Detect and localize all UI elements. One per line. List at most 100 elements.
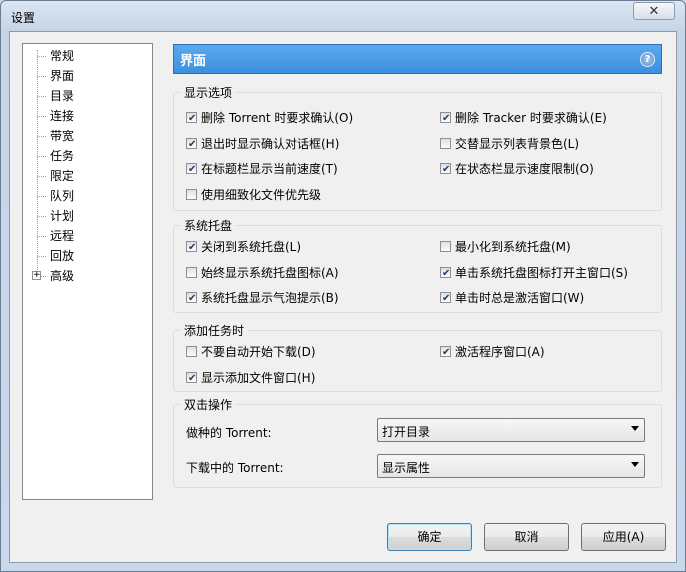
checkbox-box[interactable]: ✔ xyxy=(440,112,451,124)
tree-branch-line xyxy=(37,96,46,97)
checkbox-box[interactable]: ✔ xyxy=(186,267,197,278)
group-title: 显示选项 xyxy=(180,84,237,101)
apply-button[interactable]: 应用(A) xyxy=(581,523,666,551)
tree-branch-line xyxy=(37,116,46,117)
checkbox-box[interactable]: ✔ xyxy=(186,189,197,200)
dropdown-arrow-icon xyxy=(631,462,639,467)
checkmark-icon: ✔ xyxy=(442,347,451,358)
tree-item-label: 带宽 xyxy=(50,129,75,143)
checkbox-box[interactable]: ✔ xyxy=(440,138,451,149)
checkbox-box[interactable]: ✔ xyxy=(186,346,197,357)
checkmark-icon: ✔ xyxy=(188,373,197,384)
tree-item-label: 常规 xyxy=(50,49,75,63)
tree-item-tasks[interactable]: 任务 xyxy=(23,147,152,165)
ok-button[interactable]: 确定 xyxy=(387,523,472,551)
dialog-client-area: 常规 界面 目录 连接 带宽 任务 限定 队列 计划 远程 回放 + 高级 界面… xyxy=(9,31,677,563)
help-icon[interactable]: ? xyxy=(640,52,655,67)
tree-item-connection[interactable]: 连接 xyxy=(23,107,152,125)
checkmark-icon: ✔ xyxy=(442,293,451,304)
checkbox-label: 关闭到系统托盘(L) xyxy=(201,240,302,254)
checkbox-box[interactable]: ✔ xyxy=(186,138,197,150)
close-button[interactable]: ✕ xyxy=(633,2,675,20)
group-title: 双击操作 xyxy=(180,396,237,413)
checkbox-label: 删除 Tracker 时要求确认(E) xyxy=(455,111,607,125)
seeding-torrent-label: 做种的 Torrent: xyxy=(186,426,272,440)
checkbox-label: 激活程序窗口(A) xyxy=(455,345,545,359)
checkbox-box[interactable]: ✔ xyxy=(440,163,451,175)
checkbox-label: 使用细致化文件优先级 xyxy=(201,188,322,202)
tree-item-general[interactable]: 常规 xyxy=(23,47,152,65)
tree-item-queue[interactable]: 队列 xyxy=(23,187,152,205)
tree-item-limits[interactable]: 限定 xyxy=(23,167,152,185)
checkbox-label: 显示添加文件窗口(H) xyxy=(201,371,316,385)
checkbox-label: 最小化到系统托盘(M) xyxy=(455,240,571,254)
checkbox-label: 退出时显示确认对话框(H) xyxy=(201,137,340,151)
checkbox-box[interactable]: ✔ xyxy=(186,163,197,175)
checkmark-icon: ✔ xyxy=(442,268,451,279)
tree-item-label: 任务 xyxy=(50,149,75,163)
checkmark-icon: ✔ xyxy=(442,164,451,175)
checkbox-box[interactable]: ✔ xyxy=(440,241,451,252)
expand-plus-icon[interactable]: + xyxy=(32,271,41,280)
display-options-group: 显示选项 ✔ 删除 Torrent 时要求确认(O) ✔ 删除 Tracker … xyxy=(173,84,662,211)
page-header: 界面 ? xyxy=(173,44,662,74)
double-click-group: 双击操作 做种的 Torrent: 打开目录 下载中的 Torrent: 显示属… xyxy=(173,396,662,488)
checkbox-box[interactable]: ✔ xyxy=(186,112,197,124)
checkbox-box[interactable]: ✔ xyxy=(440,292,451,304)
downloading-torrent-label: 下载中的 Torrent: xyxy=(186,461,284,475)
settings-window: 设置 ✕ 常规 界面 目录 连接 带宽 任务 限定 队列 计划 远程 回放 + … xyxy=(0,0,686,572)
title-bar[interactable]: 设置 ✕ xyxy=(1,1,685,31)
tree-branch-line xyxy=(41,276,46,277)
checkmark-icon: ✔ xyxy=(442,113,451,124)
tree-branch-line xyxy=(37,136,46,137)
tree-branch-line xyxy=(37,236,46,237)
checkbox-label: 单击系统托盘图标打开主窗口(S) xyxy=(455,266,628,280)
tree-item-directories[interactable]: 目录 xyxy=(23,87,152,105)
checkbox-label: 不要自动开始下载(D) xyxy=(201,345,316,359)
checkbox-label: 交替显示列表背景色(L) xyxy=(455,137,580,151)
tree-branch-line xyxy=(37,256,46,257)
tree-item-label: 队列 xyxy=(50,189,75,203)
checkbox-box[interactable]: ✔ xyxy=(440,346,451,358)
group-title: 添加任务时 xyxy=(180,322,249,339)
tree-item-label: 界面 xyxy=(48,67,77,85)
close-icon: ✕ xyxy=(648,3,660,19)
tree-branch-line xyxy=(37,176,46,177)
page-title: 界面 xyxy=(180,54,207,69)
tree-branch-line xyxy=(37,156,46,157)
tree-item-label: 限定 xyxy=(50,169,75,183)
tree-item-advanced[interactable]: + 高级 xyxy=(23,267,152,285)
tree-item-label: 计划 xyxy=(50,209,75,223)
tree-branch-line xyxy=(37,76,46,77)
seeding-action-dropdown[interactable]: 打开目录 xyxy=(377,418,645,442)
checkbox-label: 系统托盘显示气泡提示(B) xyxy=(201,291,339,305)
add-task-group: 添加任务时 ✔ 不要自动开始下载(D) ✔ 激活程序窗口(A) ✔ 显示添加文件… xyxy=(173,322,662,392)
checkmark-icon: ✔ xyxy=(188,113,197,124)
tree-item-playback[interactable]: 回放 xyxy=(23,247,152,265)
downloading-action-dropdown[interactable]: 显示属性 xyxy=(377,454,645,478)
checkbox-box[interactable]: ✔ xyxy=(186,292,197,304)
category-tree[interactable]: 常规 界面 目录 连接 带宽 任务 限定 队列 计划 远程 回放 + 高级 xyxy=(22,43,153,500)
dropdown-value: 打开目录 xyxy=(382,425,431,439)
tree-item-label: 回放 xyxy=(50,249,75,263)
tree-item-schedule[interactable]: 计划 xyxy=(23,207,152,225)
cancel-button[interactable]: 取消 xyxy=(484,523,569,551)
tree-item-label: 连接 xyxy=(50,109,75,123)
checkbox-label: 单击时总是激活窗口(W) xyxy=(455,291,585,305)
system-tray-group: 系统托盘 ✔ 关闭到系统托盘(L) ✔ 最小化到系统托盘(M) ✔ 始终显示系统… xyxy=(173,217,662,313)
tree-item-bandwidth[interactable]: 带宽 xyxy=(23,127,152,145)
checkmark-icon: ✔ xyxy=(188,139,197,150)
checkbox-label: 在标题栏显示当前速度(T) xyxy=(201,162,338,176)
checkmark-icon: ✔ xyxy=(188,293,197,304)
tree-item-label: 远程 xyxy=(50,229,75,243)
tree-item-label: 高级 xyxy=(50,269,75,283)
checkbox-box[interactable]: ✔ xyxy=(186,372,197,384)
checkbox-box[interactable]: ✔ xyxy=(186,241,197,253)
checkmark-icon: ✔ xyxy=(188,242,197,253)
checkbox-box[interactable]: ✔ xyxy=(440,267,451,279)
group-title: 系统托盘 xyxy=(180,217,237,234)
tree-item-interface[interactable]: 界面 xyxy=(23,67,152,85)
dropdown-value: 显示属性 xyxy=(382,461,431,475)
window-title: 设置 xyxy=(11,11,36,25)
tree-item-remote[interactable]: 远程 xyxy=(23,227,152,245)
